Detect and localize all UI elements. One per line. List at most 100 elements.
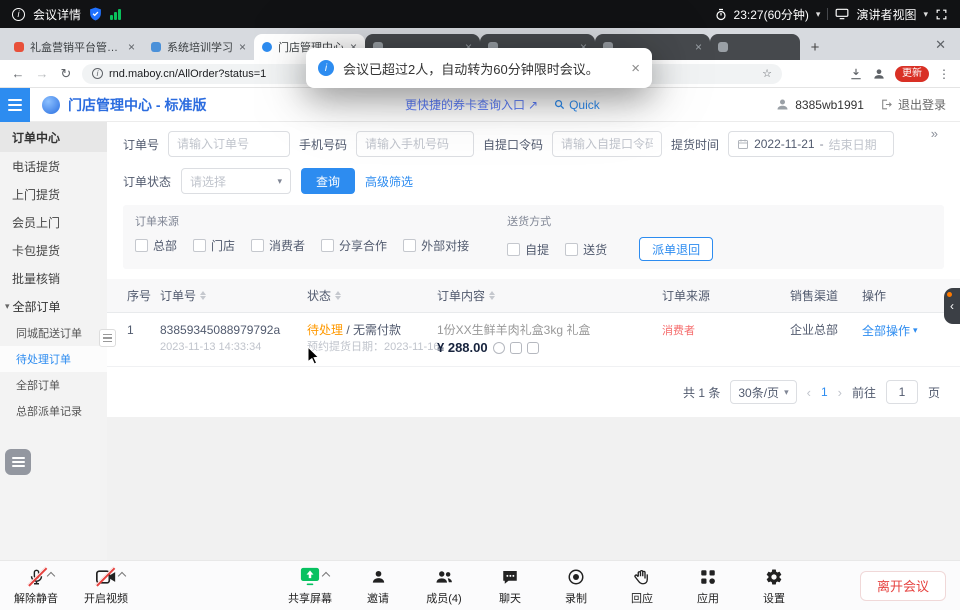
record-button[interactable]: 录制 — [556, 566, 596, 606]
tab-close-icon[interactable]: × — [695, 41, 702, 53]
sidebar-item-card-pickup[interactable]: 卡包提货 — [0, 236, 107, 264]
checkbox-source-external[interactable]: 外部对接 — [403, 237, 469, 254]
tab-close-icon[interactable]: × — [128, 41, 135, 53]
browser-tab[interactable]: 系统培训学习 × — [143, 34, 254, 60]
browser-update-badge[interactable]: 更新 — [895, 66, 929, 82]
members-button[interactable]: 成员(4) — [424, 566, 464, 606]
header-status[interactable]: 状态 — [307, 287, 437, 304]
checkbox-icon[interactable] — [565, 243, 578, 256]
current-page[interactable]: 1 — [821, 385, 828, 399]
search-button[interactable]: 查询 — [301, 168, 355, 194]
view-mode-caret-icon[interactable]: ▾ — [923, 9, 928, 20]
logout-button[interactable]: 退出登录 — [880, 96, 946, 113]
bookmark-star-icon[interactable]: ☆ — [762, 67, 772, 80]
checkbox-icon[interactable] — [135, 239, 148, 252]
order-attachment-icon[interactable] — [493, 342, 505, 354]
sidebar-subitem-hq-dispatch[interactable]: 总部派单记录 — [0, 398, 107, 424]
prev-page-icon[interactable]: ‹ — [807, 385, 811, 400]
checkbox-source-share[interactable]: 分享合作 — [321, 237, 387, 254]
checkbox-icon[interactable] — [403, 239, 416, 252]
order-no-input[interactable] — [168, 131, 290, 157]
dispatch-return-button[interactable]: 派单退回 — [639, 237, 713, 261]
start-date-value[interactable]: 2022-11-21 — [754, 137, 815, 151]
next-page-icon[interactable]: › — [838, 385, 842, 400]
sidebar-subitem-pending-orders[interactable]: 待处理订单 — [0, 346, 107, 372]
browser-tab[interactable] — [710, 34, 800, 60]
side-panel-expand-button[interactable]: ‹ — [944, 288, 960, 324]
external-link-icon: ↗ — [528, 98, 538, 112]
sidebar-subitem-city-delivery[interactable]: 同城配送订单 — [0, 320, 107, 346]
browser-menu-icon[interactable]: ⋮ — [938, 67, 950, 81]
apps-button[interactable]: 应用 — [688, 566, 728, 606]
tab-close-icon[interactable]: × — [239, 41, 246, 53]
sidebar-item-phone-pickup[interactable]: 电话提货 — [0, 152, 107, 180]
security-shield-icon[interactable] — [89, 7, 102, 21]
sidebar-toggle-button[interactable] — [0, 88, 30, 122]
user-account[interactable]: 8385wb1991 — [775, 97, 864, 112]
new-tab-button[interactable]: + — [804, 36, 826, 58]
download-icon[interactable] — [849, 67, 863, 81]
network-signal-icon[interactable] — [110, 8, 122, 20]
checkbox-icon[interactable] — [251, 239, 264, 252]
sidebar-subitem-all-orders[interactable]: 全部订单 — [0, 372, 107, 398]
header-content[interactable]: 订单内容 — [437, 287, 662, 304]
timer-caret-icon[interactable]: ▾ — [816, 9, 821, 20]
site-info-icon[interactable]: i — [92, 68, 103, 79]
coupon-query-link[interactable]: 更快捷的券卡查询入口 ↗ — [405, 96, 538, 113]
reactions-button[interactable]: 回应 — [622, 566, 662, 606]
end-date-placeholder[interactable]: 结束日期 — [829, 136, 877, 153]
sidebar-item-member-visit[interactable]: 会员上门 — [0, 208, 107, 236]
forward-icon[interactable]: → — [34, 66, 50, 81]
phone-input[interactable] — [356, 131, 474, 157]
fullscreen-icon[interactable] — [935, 8, 948, 21]
chat-button[interactable]: 聊天 — [490, 566, 530, 606]
floating-list-button[interactable] — [5, 449, 31, 475]
checkbox-delivery[interactable]: 送货 — [565, 241, 607, 258]
page-size-select[interactable]: 30条/页 ▾ — [730, 380, 796, 404]
sidebar-drag-handle[interactable] — [99, 329, 116, 347]
profile-avatar-icon[interactable] — [872, 67, 886, 81]
share-options-caret-icon[interactable] — [322, 571, 330, 579]
checkbox-icon[interactable] — [321, 239, 334, 252]
checkbox-source-consumer[interactable]: 消费者 — [251, 237, 305, 254]
sidebar-item-door-pickup[interactable]: 上门提货 — [0, 180, 107, 208]
browser-tab[interactable]: 礼盒营销平台管理中心 × — [6, 34, 143, 60]
view-mode-label[interactable]: 演讲者视图 — [856, 6, 916, 23]
leave-meeting-button[interactable]: 离开会议 — [860, 571, 946, 601]
start-video-button[interactable]: 开启视频 — [84, 566, 128, 606]
mic-options-caret-icon[interactable] — [46, 571, 54, 579]
checkbox-icon[interactable] — [193, 239, 206, 252]
sidebar-group-all-orders[interactable]: ▾ 全部订单 — [0, 292, 107, 320]
checkbox-source-hq[interactable]: 总部 — [135, 237, 177, 254]
panel-collapse-icon[interactable]: » — [931, 126, 938, 141]
settings-button[interactable]: 设置 — [754, 566, 794, 606]
sort-icon[interactable] — [335, 291, 341, 300]
all-actions-dropdown[interactable]: 全部操作▾ — [862, 322, 960, 339]
video-options-caret-icon[interactable] — [118, 571, 126, 579]
sidebar-item-batch-verify[interactable]: 批量核销 — [0, 264, 107, 292]
window-close-icon[interactable]: ✕ — [927, 37, 954, 53]
order-attachment-icon[interactable] — [527, 342, 539, 354]
checkbox-source-store[interactable]: 门店 — [193, 237, 235, 254]
unmute-button[interactable]: 解除静音 — [14, 566, 58, 606]
checkbox-icon[interactable] — [507, 243, 520, 256]
back-icon[interactable]: ← — [10, 66, 26, 81]
date-range-picker[interactable]: 2022-11-21 - 结束日期 — [728, 131, 894, 157]
quick-search-link[interactable]: Quick — [554, 98, 600, 112]
invite-button[interactable]: 邀请 — [358, 566, 398, 606]
sort-icon[interactable] — [200, 291, 206, 300]
order-status-select[interactable]: 请选择 ▾ — [181, 168, 291, 194]
reload-icon[interactable]: ↻ — [58, 66, 74, 82]
share-screen-button[interactable]: 共享屏幕 — [288, 566, 332, 606]
meeting-details-label[interactable]: 会议详情 — [33, 6, 81, 23]
advanced-filter-link[interactable]: 高级筛选 — [365, 173, 413, 190]
checkbox-self-pickup[interactable]: 自提 — [507, 241, 549, 258]
order-attachment-icon[interactable] — [510, 342, 522, 354]
meeting-info-icon[interactable]: i — [12, 8, 25, 21]
meeting-timer[interactable]: 23:27(60分钟) — [734, 6, 809, 23]
pickup-code-input[interactable] — [552, 131, 662, 157]
toast-close-icon[interactable]: × — [631, 60, 640, 77]
goto-page-input[interactable] — [886, 380, 918, 404]
sort-icon[interactable] — [489, 291, 495, 300]
header-order-no[interactable]: 订单号 — [160, 287, 307, 304]
